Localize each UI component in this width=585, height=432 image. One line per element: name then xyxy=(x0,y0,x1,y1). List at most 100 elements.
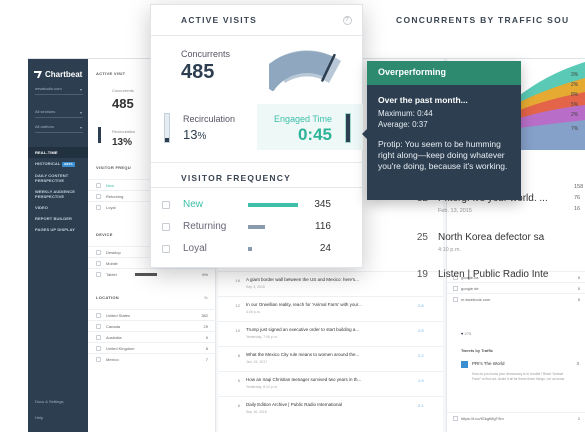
article-concurrents: 10 xyxy=(235,328,240,333)
list-item[interactable]: Canada 29 xyxy=(88,320,216,331)
checkbox[interactable] xyxy=(96,205,101,210)
list-item-label: New xyxy=(106,183,115,188)
chevron-down-icon: ▾ xyxy=(79,110,82,115)
recirculation-bar xyxy=(164,113,170,143)
table-row[interactable]: 12 In our Orwellian reality, reach for 'A… xyxy=(218,296,443,321)
nav-pages-up-display[interactable]: PAGES UP DISPLAY xyxy=(28,224,88,235)
article-title: A giant border wall between the US and M… xyxy=(246,277,359,282)
checkbox[interactable] xyxy=(96,335,101,340)
nav-daily-content[interactable]: DAILY CONTENT PERSPECTIVE xyxy=(28,170,88,186)
checkbox[interactable] xyxy=(96,324,101,329)
article-meta: Yesterday, 7:06 p.m. xyxy=(246,335,278,339)
nav-report-builder[interactable]: REPORT BUILDER xyxy=(28,213,88,224)
tweets-count-value: 275 xyxy=(464,331,472,336)
visitor-row-loyal[interactable]: Loyal 24 xyxy=(151,239,364,261)
article-title: In our Orwellian reality, reach for 'Ani… xyxy=(246,302,362,307)
visitor-label: Returning xyxy=(183,221,227,232)
screenshot-root: Chartbeat newstudio.com ▾ All sections ▾ A… xyxy=(0,0,585,432)
section-selector-value: All sections xyxy=(35,109,56,114)
tweet-author: PRI's The World xyxy=(472,361,505,366)
article-concurrents: 19 xyxy=(416,269,428,280)
list-item-value: 6% xyxy=(202,272,208,277)
checkbox[interactable] xyxy=(162,201,170,209)
list-item-label: Australia xyxy=(106,335,122,340)
engaged-time-bar-fill xyxy=(346,114,350,142)
checkbox[interactable] xyxy=(96,194,101,199)
checkbox[interactable] xyxy=(96,250,101,255)
concurrents-by-traffic-heading: CONCURRENTS BY TRAFFIC SOU xyxy=(396,15,570,25)
visitor-count: 345 xyxy=(314,199,331,210)
help-link[interactable]: Help xyxy=(35,415,43,420)
visitor-label: New xyxy=(183,199,204,210)
chart-label: 7% xyxy=(571,126,579,132)
visitor-row-returning[interactable]: Returning 116 xyxy=(151,217,364,239)
list-item[interactable]: United States 382 xyxy=(88,309,216,320)
nav-video[interactable]: VIDEO xyxy=(28,202,88,213)
checkbox[interactable] xyxy=(162,223,170,231)
help-icon[interactable]: ? xyxy=(343,16,352,25)
visitor-share-bar xyxy=(248,225,265,229)
checkbox[interactable] xyxy=(96,313,101,318)
nav-weekly-audience[interactable]: WEEKLY AUDIENCE PERSPECTIVE xyxy=(28,186,88,202)
article-engaged: 2.5 xyxy=(418,328,424,333)
engaged-time-bar xyxy=(345,113,351,143)
list-item[interactable]: United Kingdom 8 xyxy=(88,342,216,353)
checkbox[interactable] xyxy=(96,272,101,277)
article-title: North Korea defector sa xyxy=(438,232,545,243)
checkbox[interactable] xyxy=(162,245,170,253)
table-row[interactable]: 6 How an Iraqi Christian teenager survive… xyxy=(218,371,443,396)
checkbox[interactable] xyxy=(453,416,458,421)
visitor-count: 24 xyxy=(319,243,331,254)
chart-label: 2% xyxy=(571,112,579,118)
article-meta: 4:36 p.m. xyxy=(246,310,261,314)
list-item-value: 5 xyxy=(577,275,580,280)
article-concurrents: 25 xyxy=(416,232,428,243)
article-date: Feb. 13, 2015 xyxy=(438,208,472,214)
author-selector-value: All authors xyxy=(35,124,54,129)
article-title: How an Iraqi Christian teenager survived… xyxy=(246,377,362,382)
docs-settings-link[interactable]: Docs & Settings xyxy=(35,399,63,404)
checkbox[interactable] xyxy=(453,297,458,302)
tooltip-maximum: Maximum: 0:44 xyxy=(378,109,433,118)
table-row[interactable]: 10 Trump just signed an executive order t… xyxy=(218,321,443,346)
concurrents-value: 485 xyxy=(181,61,215,83)
avatar xyxy=(461,361,468,368)
checkbox[interactable] xyxy=(96,357,101,362)
active-visits-card: ACTIVE VISITS ? Concurrents 485 Recircul… xyxy=(150,4,364,268)
nav-real-time[interactable]: REAL-TIME xyxy=(28,147,88,158)
engaged-time-box[interactable]: Engaged Time 0:45 xyxy=(257,104,363,150)
chartbeat-logo[interactable]: Chartbeat xyxy=(28,59,88,79)
list-item[interactable]: Australia 9 xyxy=(88,331,216,342)
checkbox[interactable] xyxy=(96,261,101,266)
domain-selector-value: newstudio.com xyxy=(35,86,62,91)
list-item[interactable]: Mexico 7 xyxy=(88,353,216,364)
side-value: 158 xyxy=(574,184,584,190)
nav-historical-label: HISTORICAL xyxy=(35,161,61,166)
article-title: What the Mexico City rule means to women… xyxy=(246,352,360,357)
list-item-label: Tablet xyxy=(106,272,117,277)
section-selector[interactable]: All sections ▾ xyxy=(35,109,83,118)
recirculation-bar xyxy=(98,127,101,143)
list-item-label: United States xyxy=(106,313,131,318)
list-item[interactable]: google.de 5 xyxy=(447,282,585,293)
visitor-share-bar xyxy=(248,247,252,251)
author-selector[interactable]: All authors ▾ xyxy=(35,124,83,133)
checkbox[interactable] xyxy=(96,183,101,188)
article-engaged: 2.8 xyxy=(418,303,424,308)
recirculation-value: 13% xyxy=(112,137,133,148)
list-item[interactable]: Tablet 6% xyxy=(88,268,216,279)
list-item-value: 29 xyxy=(203,324,208,329)
domain-selector[interactable]: newstudio.com ▾ xyxy=(35,86,83,95)
table-row[interactable]: 6 Daily Edition Archive | Public Radio In… xyxy=(218,396,443,421)
visitor-row-new[interactable]: New 345 xyxy=(151,195,364,217)
location-percent-toggle[interactable]: % xyxy=(204,295,208,300)
tooltip-header: Overperforming xyxy=(367,61,521,85)
recirculation-label: Recirculation xyxy=(112,129,136,134)
table-row[interactable]: 8 What the Mexico City rule means to wome… xyxy=(218,346,443,371)
article-engaged: 1.9 xyxy=(418,378,424,383)
nav-historical[interactable]: HISTORICAL BETA xyxy=(28,158,88,170)
checkbox[interactable] xyxy=(96,346,101,351)
list-item[interactable]: m.facebook.com 5 xyxy=(447,293,585,304)
checkbox[interactable] xyxy=(453,286,458,291)
list-item[interactable]: https://t.co/fGkgtMgT9m 2 xyxy=(447,412,585,423)
